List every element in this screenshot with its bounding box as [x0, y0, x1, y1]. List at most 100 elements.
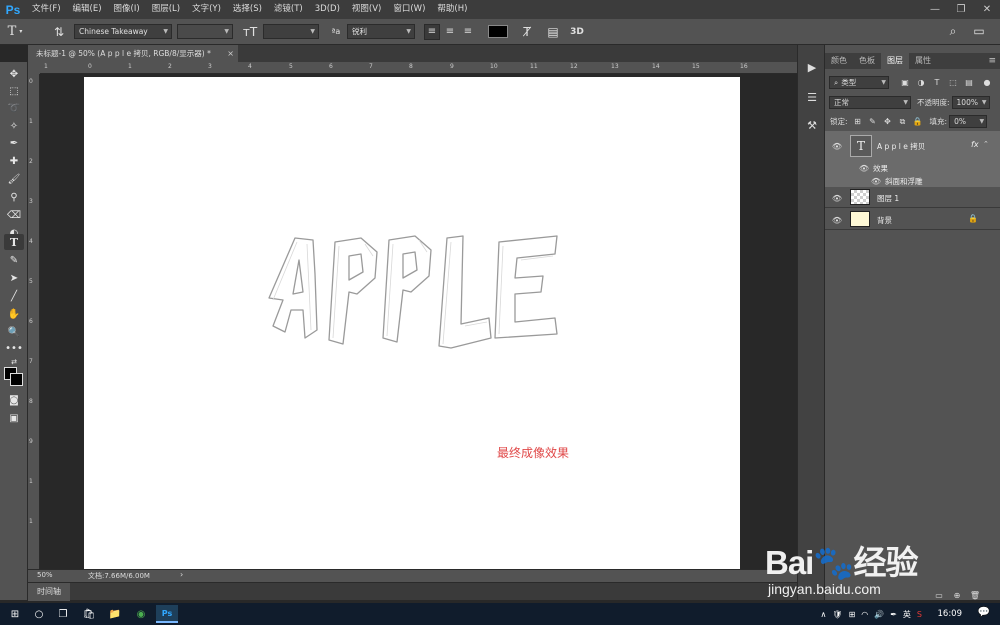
font-style-select[interactable]: ▼ [177, 24, 233, 39]
document-tab[interactable]: 未标题-1 @ 50% (A p p l e 拷贝, RGB/8/显示器) * … [28, 45, 238, 62]
chevron-up-icon[interactable]: ∧ [821, 610, 827, 619]
eye-icon[interactable]: 👁 [832, 215, 842, 225]
menu-view[interactable]: 视图(V) [346, 0, 387, 19]
filter-adjustment-icon[interactable]: ◑ [915, 77, 927, 89]
healing-brush-tool-icon[interactable]: ✚ [4, 153, 24, 169]
filter-type-icon[interactable]: T [931, 77, 943, 89]
tab-color[interactable]: 颜色 [825, 53, 853, 69]
volume-icon[interactable]: 🔊 [874, 610, 884, 619]
type-tool-icon[interactable]: T [4, 234, 24, 250]
file-explorer-icon[interactable]: 📁 [104, 605, 126, 623]
align-left-button[interactable]: ≡ [424, 23, 440, 40]
store-icon[interactable]: 🛍 [78, 605, 100, 623]
menu-file[interactable]: 文件(F) [26, 0, 67, 19]
menu-type[interactable]: 文字(Y) [186, 0, 227, 19]
menu-window[interactable]: 窗口(W) [387, 0, 431, 19]
browser-icon[interactable]: ◉ [130, 605, 152, 623]
background-color-swatch[interactable] [10, 373, 23, 386]
filter-smart-object-icon[interactable]: ▤ [963, 77, 975, 89]
expand-panels-icon[interactable]: ▶ [802, 57, 822, 77]
minimize-button[interactable]: — [922, 0, 948, 19]
eye-icon[interactable]: 👁 [859, 163, 869, 173]
filter-shape-icon[interactable]: ⬚ [947, 77, 959, 89]
delete-layer-icon[interactable]: 🗑 [969, 589, 981, 601]
brush-tool-icon[interactable]: 🖌 [4, 171, 24, 187]
document-canvas[interactable]: 最终成像效果 [84, 77, 740, 569]
quick-mask-icon[interactable]: ◙ [4, 392, 24, 408]
magic-wand-tool-icon[interactable]: ✧ [4, 118, 24, 134]
layer-row-background[interactable]: 👁 背景 🔒 [825, 209, 1000, 230]
warp-text-icon[interactable]: Ⱦ [516, 25, 538, 39]
screen-mode-icon[interactable]: ▣ [4, 410, 24, 426]
ruler-origin[interactable] [28, 62, 40, 74]
eye-icon[interactable]: 👁 [871, 176, 881, 186]
eye-icon[interactable]: 👁 [832, 193, 842, 203]
tab-properties[interactable]: 属性 [909, 53, 937, 69]
move-tool-icon[interactable]: ✥ [4, 66, 24, 82]
menu-select[interactable]: 选择(S) [227, 0, 268, 19]
taskbar-clock[interactable]: 16:09 [938, 603, 963, 625]
vertical-ruler[interactable]: 0 1 2 3 4 5 6 7 8 9 1 1 [28, 74, 40, 569]
filter-pixel-icon[interactable]: ▣ [899, 77, 911, 89]
panel-menu-icon[interactable]: ≡ [988, 53, 996, 69]
text-tool-preset-icon[interactable]: T ▾ [0, 24, 30, 39]
antialias-select[interactable]: 锐利 ▼ [347, 24, 415, 39]
marquee-tool-icon[interactable]: ⬚ [4, 83, 24, 99]
notification-icon[interactable]: 💬 [978, 607, 990, 618]
lock-image-icon[interactable]: ✎ [867, 116, 879, 128]
blend-mode-select[interactable]: 正常 ▼ [829, 96, 911, 109]
fill-input[interactable]: 0% ▼ [949, 115, 988, 128]
search-icon[interactable]: ⌕ [946, 24, 960, 39]
photoshop-taskbar-icon[interactable]: Ps [156, 605, 178, 623]
security-icon[interactable]: 🛡 [832, 610, 842, 619]
menu-edit[interactable]: 编辑(E) [67, 0, 108, 19]
eraser-tool-icon[interactable]: ⌫ [4, 207, 24, 223]
toggle-text-orientation-icon[interactable]: ⇅ [48, 25, 70, 39]
task-view-icon[interactable]: ❐ [52, 605, 74, 623]
font-family-select[interactable]: Chinese Takeaway ▼ [74, 24, 172, 39]
filter-toggle-icon[interactable]: ● [981, 77, 993, 89]
menu-filter[interactable]: 滤镜(T) [268, 0, 309, 19]
text-color-swatch[interactable] [488, 25, 508, 38]
new-layer-icon[interactable]: ⊕ [951, 589, 963, 601]
pen-tool-icon[interactable]: ✎ [4, 252, 24, 268]
path-selection-tool-icon[interactable]: ➤ [4, 270, 24, 286]
ime-language[interactable]: 英 [903, 609, 911, 620]
stamp-tool-icon[interactable]: ⚲ [4, 189, 24, 205]
menu-3d[interactable]: 3D(D) [309, 0, 346, 19]
layer-row-bevel[interactable]: 👁 斜面和浮雕 [825, 174, 1000, 187]
workspace-icon[interactable]: ▭ [972, 24, 986, 38]
cortana-icon[interactable]: ○ [28, 605, 50, 623]
sogou-icon[interactable]: S [917, 610, 922, 619]
3d-button[interactable]: 3D [566, 27, 588, 37]
line-tool-icon[interactable]: ╱ [4, 288, 24, 304]
layer-row-layer1[interactable]: 👁 图层 1 [825, 187, 1000, 208]
align-center-button[interactable]: ≡ [442, 24, 458, 40]
wifi-icon[interactable]: ◠ [861, 610, 868, 619]
timeline-tab[interactable]: 时间轴 [28, 583, 70, 601]
lock-artboard-icon[interactable]: ⧉ [897, 116, 909, 128]
menu-help[interactable]: 帮助(H) [431, 0, 473, 19]
pen-icon[interactable]: ✒ [890, 610, 897, 619]
close-window-button[interactable]: ✕ [974, 0, 1000, 19]
collapse-effects-icon[interactable]: ⌃ [983, 140, 989, 148]
zoom-level[interactable]: 50% [37, 571, 53, 579]
horizontal-ruler[interactable]: 1 0 1 2 3 4 5 6 7 8 9 10 11 12 13 14 15 16 [40, 62, 797, 74]
lock-transparent-icon[interactable]: ⊞ [852, 116, 864, 128]
restore-button[interactable]: ❐ [948, 0, 974, 19]
network-icon[interactable]: ⊞ [849, 610, 856, 619]
hand-tool-icon[interactable]: ✋ [4, 306, 24, 322]
start-icon[interactable]: ⊞ [4, 605, 26, 623]
eye-icon[interactable]: 👁 [832, 141, 842, 151]
status-menu-arrow[interactable]: › [180, 570, 183, 579]
close-tab-icon[interactable]: × [227, 45, 234, 62]
layer-effects-badge[interactable]: fx [971, 140, 979, 149]
canvas-pasteboard[interactable]: 最终成像效果 [40, 74, 797, 569]
menu-image[interactable]: 图像(I) [108, 0, 146, 19]
lock-position-icon[interactable]: ✥ [882, 116, 894, 128]
layer-filter-select[interactable]: ⌕ 类型 ▼ [829, 76, 889, 89]
lasso-tool-icon[interactable]: ➰ [4, 100, 24, 116]
lock-all-icon[interactable]: 🔒 [912, 116, 924, 128]
character-panel-icon[interactable]: ▤ [542, 25, 564, 39]
tool-presets-icon[interactable]: ⚒ [802, 115, 822, 135]
